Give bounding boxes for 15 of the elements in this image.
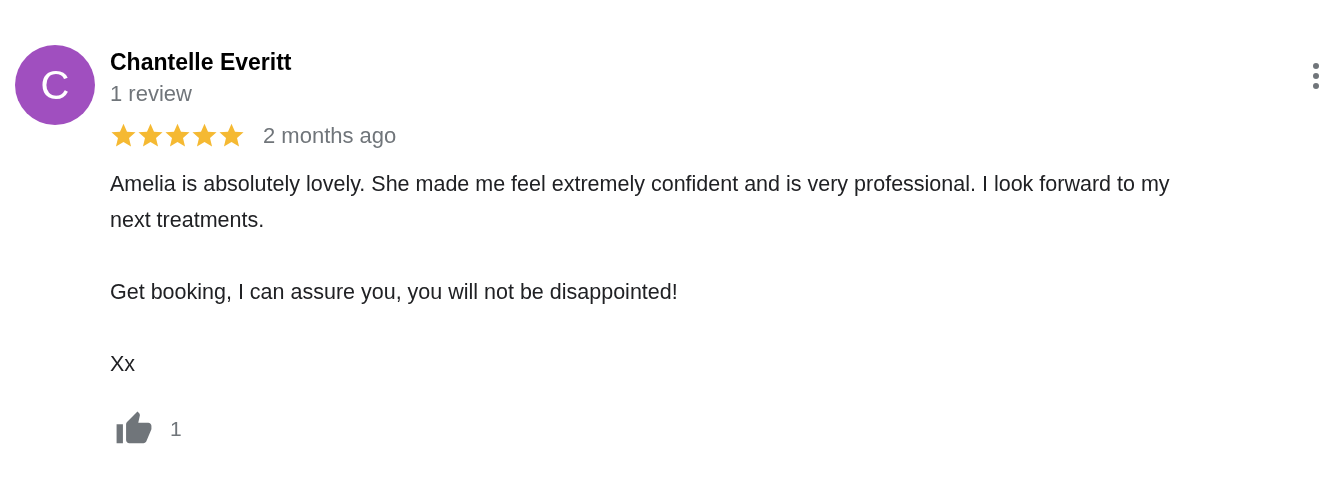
review-text: Xx: [110, 351, 137, 378]
review-time: 2 months ago: [263, 122, 397, 149]
star-icon: [137, 122, 164, 149]
more-options-icon: [1312, 62, 1320, 90]
star-icon: [164, 122, 191, 149]
author-name[interactable]: Chantelle Everitt: [110, 48, 1179, 76]
more-options-button[interactable]: [1312, 62, 1320, 90]
avatar[interactable]: C: [15, 45, 95, 125]
star-icon: [218, 122, 245, 149]
star-icon: [191, 122, 218, 149]
star-icon: [110, 122, 137, 149]
review-text: Get booking, I can assure you, you will not be disappointed!: [110, 279, 679, 306]
like-count: 1: [170, 417, 182, 441]
review-text: Amelia is absolutely lovely. She made me feel extremely confident and is very professional. I look forward to my next treatments.: [110, 171, 1171, 234]
review-count[interactable]: 1 review: [110, 80, 1179, 108]
